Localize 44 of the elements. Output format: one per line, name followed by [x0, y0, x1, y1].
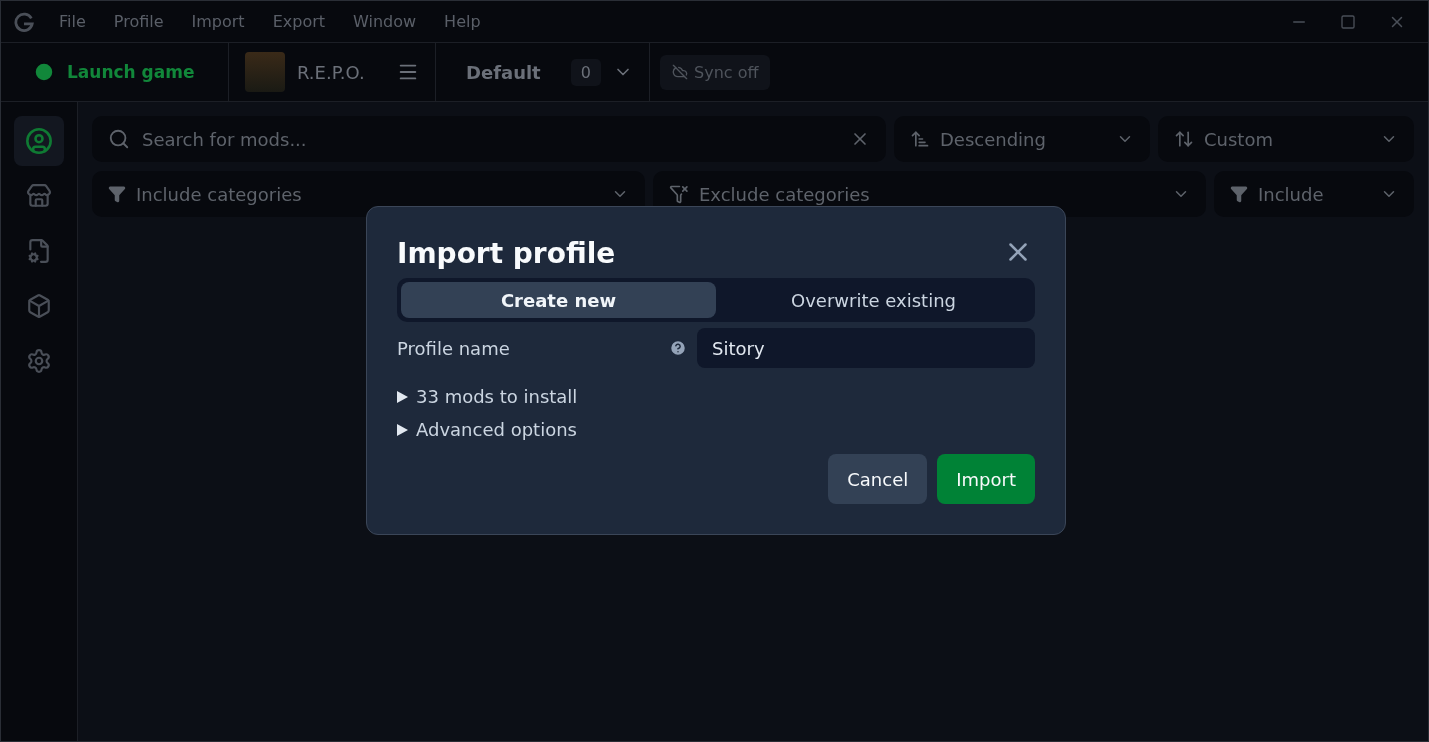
search-field[interactable]: Search for mods... — [92, 116, 886, 162]
photo-placeholder — [245, 52, 285, 92]
cube-icon — [26, 293, 52, 319]
sort-by-dropdown[interactable]: Custom — [1158, 116, 1414, 162]
search-input[interactable]: Search for mods... — [140, 127, 840, 151]
triangle-icon — [397, 423, 408, 436]
mod-count: 0 — [570, 58, 601, 86]
filter-mode-dropdown[interactable]: Include — [1214, 171, 1414, 217]
game-name: R.E.P.O. — [297, 61, 366, 83]
profile-name[interactable]: Default — [466, 61, 559, 83]
file-gear-icon — [26, 238, 52, 264]
menu-item[interactable]: Profile — [99, 12, 178, 31]
settings-icon — [26, 348, 52, 374]
launch-game-button[interactable]: Launch game — [1, 43, 229, 101]
sort-icon — [1174, 129, 1194, 149]
profile-name-field[interactable]: Sitory — [697, 328, 1035, 368]
dialog-title: Import profile — [397, 237, 616, 270]
field-label: Profile name — [397, 337, 511, 359]
triangle-icon — [397, 390, 408, 403]
menu-item[interactable]: Import — [177, 12, 259, 31]
filter-icon — [1230, 185, 1248, 203]
cancel-button[interactable]: Cancel — [828, 454, 928, 504]
import-button[interactable]: Import — [937, 454, 1035, 504]
menu-item[interactable]: Window — [339, 12, 431, 31]
filter-x-icon — [669, 184, 689, 204]
sort-order-dropdown[interactable]: Descending — [894, 116, 1150, 162]
store-icon — [26, 183, 52, 209]
filter-icon — [108, 185, 126, 203]
expander[interactable]: Advanced options — [397, 419, 1035, 440]
user-circle-icon — [25, 127, 53, 155]
cloud-off-icon — [672, 64, 688, 80]
maximize-icon[interactable] — [1340, 13, 1356, 30]
help-icon[interactable] — [669, 339, 687, 357]
sidebar-item[interactable] — [14, 116, 64, 166]
search-icon — [108, 128, 130, 150]
logo-icon — [13, 10, 35, 33]
menu-item[interactable]: File — [45, 12, 100, 31]
expander[interactable]: 33 mods to install — [397, 386, 1035, 407]
sort-icon — [910, 129, 930, 149]
tab[interactable]: Create new — [401, 282, 716, 318]
sync-button[interactable]: Sync off — [660, 54, 771, 90]
menu-item[interactable]: Export — [258, 12, 339, 31]
menu-item[interactable]: Help — [430, 12, 495, 31]
tab[interactable]: Overwrite existing — [716, 282, 1031, 318]
